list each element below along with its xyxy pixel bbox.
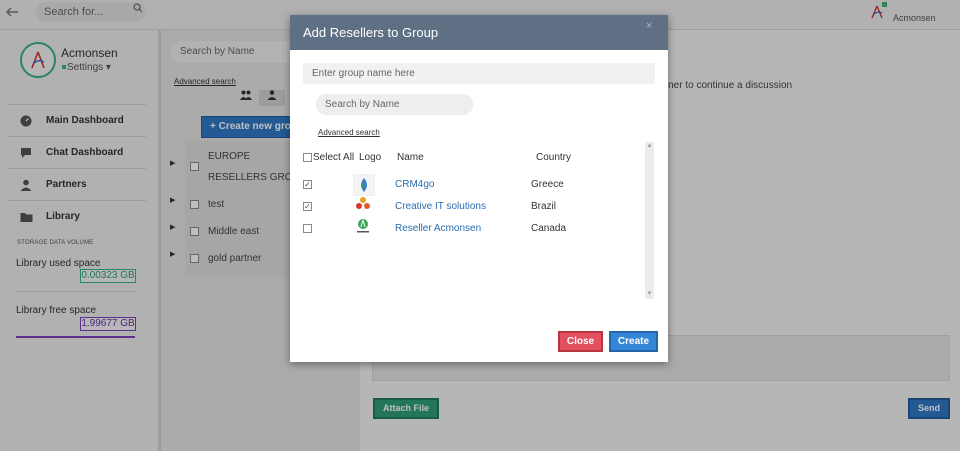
column-header-name: Name: [397, 152, 424, 163]
row-checkbox[interactable]: ✓: [303, 180, 312, 189]
table-row[interactable]: ✓ CRM4go Greece: [303, 174, 643, 196]
creative-it-logo-icon: [353, 194, 375, 216]
advanced-search-link[interactable]: Advanced search: [318, 128, 380, 137]
column-header-logo: Logo: [359, 152, 382, 163]
create-button[interactable]: Create: [609, 331, 658, 352]
reseller-country: Brazil: [531, 201, 557, 212]
select-all-checkbox[interactable]: [303, 153, 312, 162]
reseller-acmonsen-logo-icon: [353, 216, 375, 238]
scroll-down-icon[interactable]: ▼: [645, 290, 654, 299]
reseller-search-input[interactable]: [316, 94, 473, 115]
group-name-input[interactable]: [303, 63, 655, 84]
row-checkbox[interactable]: ✓: [303, 202, 312, 211]
table-row[interactable]: Reseller Acmonsen Canada: [303, 218, 643, 239]
table-scrollbar[interactable]: ▲ ▼: [645, 142, 654, 299]
modal-title: Add Resellers to Group: [303, 25, 439, 40]
reseller-country: Canada: [531, 223, 567, 234]
column-header-country: Country: [536, 152, 572, 163]
select-all-label[interactable]: Select All: [313, 152, 354, 163]
reseller-name-link[interactable]: CRM4go: [395, 179, 434, 190]
resellers-table: Select All Logo Name Country ✓ CRM4go Gr…: [303, 142, 655, 300]
close-button[interactable]: Close: [558, 331, 603, 352]
table-row[interactable]: ✓ Creative IT solutions Brazil: [303, 196, 643, 217]
reseller-name-link[interactable]: Reseller Acmonsen: [395, 223, 481, 234]
modal-header: Add Resellers to Group ×: [290, 15, 668, 50]
close-icon[interactable]: ×: [646, 20, 652, 32]
scroll-up-icon[interactable]: ▲: [645, 142, 654, 151]
row-checkbox[interactable]: [303, 224, 312, 233]
reseller-country: Greece: [531, 179, 564, 190]
reseller-name-link[interactable]: Creative IT solutions: [395, 201, 486, 212]
add-resellers-modal: Add Resellers to Group × Advanced search…: [290, 15, 668, 362]
crm4go-logo-icon: [353, 174, 375, 196]
